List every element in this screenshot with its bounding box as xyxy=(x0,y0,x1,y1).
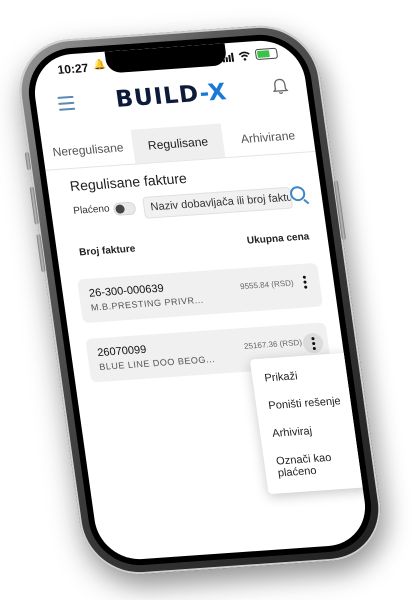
logo-x: X xyxy=(206,79,229,107)
column-total-price: Ukupna cena xyxy=(246,231,311,247)
status-time: 10:27 xyxy=(56,60,90,77)
more-options-icon[interactable] xyxy=(301,332,325,354)
column-headers: Broj fakture Ukupna cena xyxy=(79,231,311,261)
menu-item-show[interactable]: Prikaži xyxy=(251,357,371,393)
phone-bezel: 10:27 🔔 BUILD-X Neregulisane Regulisane … xyxy=(22,31,378,569)
mute-switch xyxy=(24,151,32,171)
invoice-number: 26-300-000639 xyxy=(88,282,165,300)
tab-regulisane[interactable]: Regulisane xyxy=(130,123,226,164)
wifi-icon xyxy=(238,51,250,61)
notifications-bell-icon[interactable] xyxy=(271,77,290,96)
tab-arhivirane[interactable]: Arhivirane xyxy=(221,117,316,157)
tab-neregulisane[interactable]: Neregulisane xyxy=(41,130,136,170)
search-input[interactable]: Naziv dobavljača ili broj fakture xyxy=(142,186,294,219)
paid-toggle[interactable] xyxy=(112,201,137,216)
section-title: Regulisane fakture xyxy=(68,170,188,195)
volume-up-button xyxy=(29,186,39,225)
status-icons xyxy=(222,47,279,63)
invoice-context-menu: Prikaži Poništi rešenje Arhiviraj Označi… xyxy=(249,351,371,495)
build-x-logo: BUILD-X xyxy=(35,74,309,119)
invoice-tabs: Neregulisane Regulisane Arhivirane xyxy=(40,117,316,171)
logo-text: BUILD xyxy=(113,81,202,113)
column-invoice-number: Broj fakture xyxy=(78,243,137,259)
volume-down-button xyxy=(36,234,46,273)
invoice-card[interactable]: 26-300-000639 M.B.PRESTING PRIVR... 9555… xyxy=(76,262,324,324)
menu-item-mark-paid[interactable]: Označi kao plaćeno xyxy=(262,440,370,488)
more-options-icon[interactable] xyxy=(296,273,313,296)
paid-filter-label: Plaćeno xyxy=(72,203,111,217)
app-header: BUILD-X xyxy=(34,68,310,126)
invoice-number: 26070099 xyxy=(96,343,148,360)
app-screen: 10:27 🔔 BUILD-X Neregulisane Regulisane … xyxy=(29,38,371,562)
invoice-amount: 9555.84 (RSD) xyxy=(239,278,295,292)
notification-bell-mini-icon: 🔔 xyxy=(92,59,107,72)
invoice-amount: 25167.36 (RSD) xyxy=(243,337,303,351)
cellular-signal-icon xyxy=(222,51,235,62)
battery-icon xyxy=(254,47,279,61)
